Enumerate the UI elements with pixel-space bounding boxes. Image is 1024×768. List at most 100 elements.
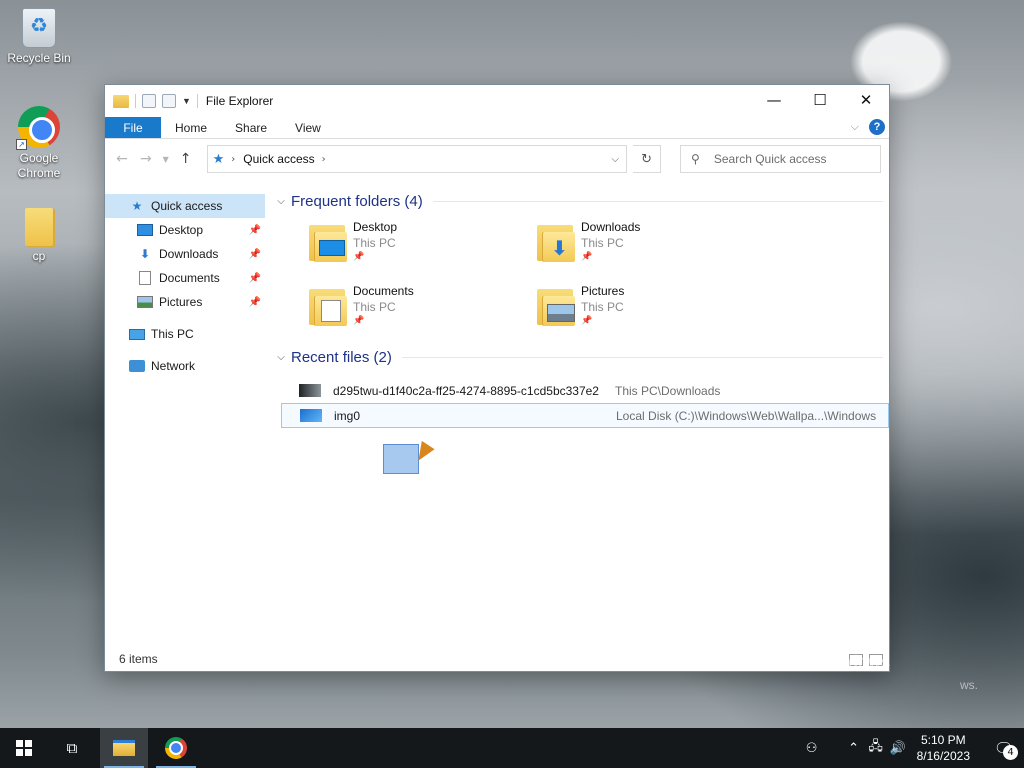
address-dropdown-chevron-icon[interactable]: ⌵ <box>604 154 626 165</box>
quick-access-star-icon: ★ <box>212 151 225 167</box>
taskbar: ⧉ ⚇ ⌃ 🖧 🔊 5:10 PM 8/16/2023 🗨 4 <box>0 728 1024 768</box>
nav-label: Downloads <box>159 247 219 261</box>
pin-icon: 📌 <box>353 252 365 262</box>
search-input[interactable] <box>713 152 864 166</box>
taskbar-google-chrome[interactable] <box>152 728 200 768</box>
title-bar[interactable]: ▼ File Explorer — ☐ ✕ <box>105 85 889 117</box>
people-icon[interactable]: ⚇ <box>801 741 823 756</box>
folder-tile-downloads[interactable]: ⬇ Downloads This PC 📌 <box>535 220 763 270</box>
recycle-bin-icon <box>22 8 56 48</box>
system-tray: ⚇ ⌃ 🖧 🔊 5:10 PM 8/16/2023 🗨 4 <box>801 728 1024 768</box>
nav-item-network[interactable]: Network <box>105 354 265 378</box>
downloads-folder-icon: ⬇ <box>535 220 577 264</box>
back-arrow-icon[interactable]: ← <box>113 151 131 167</box>
desktop-icon-recycle-bin[interactable]: Recycle Bin <box>2 8 76 66</box>
recent-file-row[interactable]: d295twu-d1f40c2a-ff25-4274-8895-c1cd5bc3… <box>281 378 889 403</box>
new-folder-icon[interactable] <box>162 94 176 108</box>
desktop-icon-google-chrome[interactable]: ↗ Google Chrome <box>2 106 76 181</box>
action-center-button[interactable]: 🗨 4 <box>984 728 1024 768</box>
network-icon <box>129 359 145 373</box>
show-hidden-icons-chevron-icon[interactable]: ⌃ <box>843 741 865 756</box>
breadcrumb-chevron-icon[interactable]: › <box>322 154 326 165</box>
start-button[interactable] <box>0 728 48 768</box>
nav-label: Pictures <box>159 295 203 309</box>
file-path: This PC\Downloads <box>615 383 721 398</box>
tile-location: This PC <box>353 300 396 314</box>
downloads-arrow-icon: ⬇ <box>139 247 151 261</box>
folder-tile-desktop[interactable]: Desktop This PC 📌 <box>307 220 535 270</box>
clock[interactable]: 5:10 PM 8/16/2023 <box>917 732 970 764</box>
nav-item-quick-access[interactable]: ★ Quick access <box>105 194 265 218</box>
customize-toolbar-chevron-icon[interactable]: ▼ <box>182 96 191 106</box>
up-arrow-icon[interactable]: ↑ <box>177 151 195 167</box>
nav-item-documents[interactable]: Documents 📌 <box>105 266 265 290</box>
file-name: d295twu-d1f40c2a-ff25-4274-8895-c1cd5bc3… <box>333 383 599 398</box>
clock-date: 8/16/2023 <box>916 749 970 763</box>
volume-icon[interactable]: 🔊 <box>887 741 909 756</box>
window-title: File Explorer <box>205 94 274 108</box>
address-bar[interactable]: ★ › Quick access › ⌵ <box>206 145 628 173</box>
network-icon[interactable]: 🖧 <box>865 737 887 759</box>
expand-ribbon-chevron-icon[interactable]: ⌵ <box>851 121 859 134</box>
explorer-folder-icon <box>113 94 129 108</box>
notification-count-badge: 4 <box>1003 745 1018 760</box>
document-icon <box>137 271 153 285</box>
file-explorer-icon <box>113 740 135 756</box>
folder-tile-pictures[interactable]: Pictures This PC 📌 <box>535 284 763 334</box>
computer-icon <box>129 327 145 341</box>
desktop-icon <box>137 223 153 237</box>
breadcrumb-chevron-icon[interactable]: › <box>231 154 235 165</box>
collapse-chevron-icon[interactable]: ⌵ <box>273 196 289 207</box>
close-button[interactable]: ✕ <box>843 85 889 115</box>
collapse-chevron-icon[interactable]: ⌵ <box>273 352 289 363</box>
pictures-folder-icon <box>535 284 577 328</box>
search-icon: ⚲ <box>691 152 700 166</box>
forward-arrow-icon[interactable]: → <box>137 151 155 167</box>
image-file-icon <box>299 384 321 397</box>
pin-icon: 📌 <box>248 296 261 308</box>
pin-icon: 📌 <box>248 272 261 284</box>
tab-share[interactable]: Share <box>221 117 281 138</box>
nav-item-downloads[interactable]: ⬇ Downloads 📌 <box>105 242 265 266</box>
breadcrumb-quick-access[interactable]: Quick access <box>243 152 314 166</box>
tab-view[interactable]: View <box>281 117 335 138</box>
tab-home[interactable]: Home <box>161 117 221 138</box>
refresh-button[interactable]: ↻ <box>633 145 662 173</box>
folder-tile-documents[interactable]: Documents This PC 📌 <box>307 284 535 334</box>
help-icon[interactable]: ? <box>869 119 885 135</box>
nav-label: Documents <box>159 271 220 285</box>
folder-icon <box>25 208 53 246</box>
divider <box>401 356 883 358</box>
file-name: img0 <box>334 408 361 423</box>
nav-item-this-pc[interactable]: This PC <box>105 322 265 346</box>
recent-file-row[interactable]: img0 Local Disk (C:)\Windows\Web\Wallpa.… <box>281 403 889 428</box>
windows-logo-icon <box>16 740 32 756</box>
file-explorer-window: ▼ File Explorer — ☐ ✕ File Home Share Vi… <box>104 84 890 672</box>
pin-icon: 📌 <box>353 316 365 326</box>
shortcut-arrow-icon: ↗ <box>16 139 27 150</box>
pin-icon: 📌 <box>248 224 261 236</box>
nav-label: This PC <box>151 327 194 341</box>
minimize-button[interactable]: — <box>751 85 797 115</box>
desktop-icon-cp[interactable]: cp <box>2 208 76 264</box>
task-view-button[interactable]: ⧉ <box>48 728 96 768</box>
group-title: Recent files (2) <box>291 348 392 366</box>
chrome-icon: ↗ <box>16 106 60 150</box>
search-box[interactable]: ⚲ <box>680 145 881 173</box>
frequent-folders-header[interactable]: ⌵ Frequent folders (4) <box>273 190 889 212</box>
activation-watermark: Activate Windows <box>748 652 891 672</box>
tab-file[interactable]: File <box>105 117 161 138</box>
clock-time: 5:10 PM <box>920 733 966 747</box>
item-count: 6 items <box>119 652 158 666</box>
taskbar-file-explorer[interactable] <box>100 728 148 768</box>
nav-item-pictures[interactable]: Pictures 📌 <box>105 290 265 314</box>
recent-locations-chevron-icon[interactable]: ▼ <box>161 155 171 164</box>
desktop-folder-icon <box>307 220 349 264</box>
quick-access-toolbar: ▼ <box>113 94 198 108</box>
desktop-icon-label: cp <box>32 249 46 263</box>
recent-files-header[interactable]: ⌵ Recent files (2) <box>273 346 889 368</box>
chrome-icon <box>165 737 187 759</box>
maximize-button[interactable]: ☐ <box>797 85 843 115</box>
nav-item-desktop[interactable]: Desktop 📌 <box>105 218 265 242</box>
properties-icon[interactable] <box>142 94 156 108</box>
